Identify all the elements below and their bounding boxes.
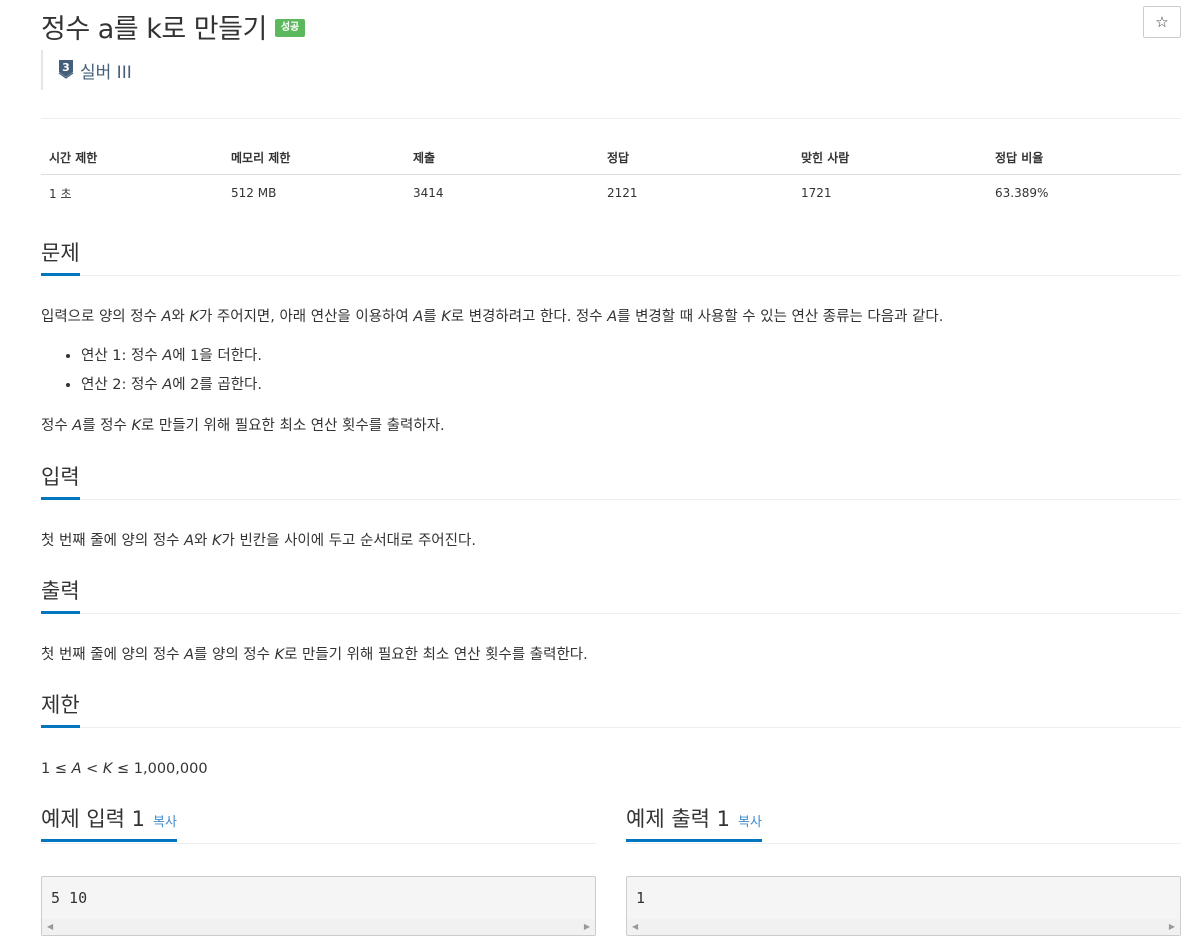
stats-header: 정답 비율 (987, 140, 1181, 175)
output-description: 첫 번째 줄에 양의 정수 A를 양의 정수 K로 만들기 위해 필요한 최소 … (41, 647, 588, 663)
horizontal-scrollbar[interactable]: ◀ ▶ (627, 919, 1180, 935)
stats-header-row: 시간 제한 메모리 제한 제출 정답 맞힌 사람 정답 비율 (41, 140, 1181, 175)
star-button[interactable]: ☆ (1143, 6, 1181, 38)
input-section-heading: 입력 (41, 465, 1181, 501)
input-description: 첫 번째 줄에 양의 정수 A와 K가 빈칸을 사이에 두고 순서대로 주어진다… (41, 533, 476, 549)
stats-header: 시간 제한 (41, 140, 223, 175)
sample-input-value: 5 10 (51, 889, 88, 907)
stats-header: 맞힌 사람 (793, 140, 987, 175)
stats-cell[interactable]: 2121 (599, 175, 793, 212)
sample-output-value: 1 (636, 889, 646, 907)
sample-input: 예제 입력 1 복사 5 10 ◀ ▶ (41, 807, 596, 936)
limit-section-heading: 제한 (41, 693, 1181, 729)
tier-label[interactable]: 실버 III (80, 58, 132, 83)
sample-input-box[interactable]: 5 10 ◀ ▶ (41, 876, 596, 936)
copy-button[interactable]: 복사 (738, 815, 762, 830)
tier-box: 3 실버 III (41, 50, 132, 90)
status-badge: 성공 (274, 19, 306, 37)
scroll-left-icon[interactable]: ◀ (632, 922, 638, 931)
sample-input-heading: 예제 입력 1 복사 (41, 807, 177, 843)
sample-output-box[interactable]: 1 ◀ ▶ (626, 876, 1181, 936)
output-section-heading: 출력 (41, 579, 1181, 615)
limit-description: 1 ≤ A < K ≤ 1,000,000 (41, 761, 208, 777)
stats-header: 정답 (599, 140, 793, 175)
list-item: 연산 2: 정수 A에 2를 곱한다. (81, 375, 262, 397)
tier-level: 3 (62, 61, 70, 74)
sample-output: 예제 출력 1 복사 1 ◀ ▶ (626, 807, 1181, 936)
stats-cell[interactable]: 3414 (405, 175, 599, 212)
divider (41, 118, 1181, 119)
scroll-right-icon[interactable]: ▶ (584, 922, 590, 931)
problem-goal: 정수 A를 정수 K로 만들기 위해 필요한 최소 연산 횟수를 출력하자. (41, 418, 445, 434)
copy-button[interactable]: 복사 (153, 815, 177, 830)
star-icon: ☆ (1155, 13, 1169, 31)
scroll-right-icon[interactable]: ▶ (1169, 922, 1175, 931)
stats-header: 제출 (405, 140, 599, 175)
stats-table: 시간 제한 메모리 제한 제출 정답 맞힌 사람 정답 비율 1 초 512 M… (41, 140, 1181, 211)
problem-description: 입력으로 양의 정수 A와 K가 주어지면, 아래 연산을 이용하여 A를 K로… (41, 309, 944, 325)
stats-cell: 1 초 (49, 186, 72, 201)
operation-list: 연산 1: 정수 A에 1을 더한다. 연산 2: 정수 A에 2를 곱한다. (41, 346, 262, 404)
stats-cell: 512 MB (231, 186, 277, 200)
stats-header: 메모리 제한 (223, 140, 405, 175)
sample-output-heading: 예제 출력 1 복사 (626, 807, 762, 843)
stats-cell: 63.389% (995, 186, 1049, 200)
scroll-left-icon[interactable]: ◀ (47, 922, 53, 931)
problem-section-heading: 문제 (41, 241, 1181, 277)
horizontal-scrollbar[interactable]: ◀ ▶ (42, 919, 595, 935)
stats-cell[interactable]: 1721 (793, 175, 987, 212)
tier-icon: 3 (58, 59, 74, 79)
stats-value-row: 1 초 512 MB 3414 2121 1721 63.389% (41, 175, 1181, 212)
list-item: 연산 1: 정수 A에 1을 더한다. (81, 346, 262, 368)
page-title: 정수 a를 k로 만들기 (41, 13, 267, 45)
title-row: 정수 a를 k로 만들기 성공 (41, 4, 306, 48)
